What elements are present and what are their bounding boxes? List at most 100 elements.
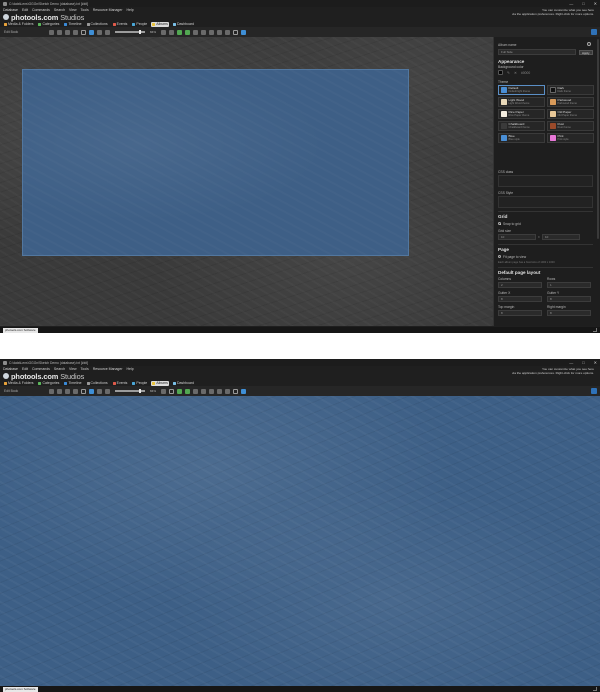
refresh-icon[interactable] xyxy=(65,388,70,394)
tab-albums[interactable]: Albums xyxy=(151,21,169,27)
redo-icon[interactable] xyxy=(57,29,62,35)
fit-page-radio[interactable] xyxy=(498,255,501,258)
maximize-button[interactable]: □ xyxy=(582,1,584,6)
menu-edit[interactable]: Edit xyxy=(22,367,28,371)
menu-search[interactable]: Search xyxy=(54,367,65,371)
tab-timeline[interactable]: Timeline xyxy=(63,22,82,27)
print-icon[interactable] xyxy=(241,388,247,394)
search-icon[interactable] xyxy=(209,29,215,35)
edit-mode-icon[interactable] xyxy=(89,29,94,35)
layout-icon[interactable] xyxy=(81,388,86,394)
tab-dashboard[interactable]: Dashboard xyxy=(172,22,195,27)
zoom-slider-handle[interactable] xyxy=(139,388,141,394)
gear-icon[interactable] xyxy=(587,42,591,46)
close-button[interactable]: ✕ xyxy=(594,360,597,365)
menu-view[interactable]: View xyxy=(69,367,77,371)
menu-help[interactable]: Help xyxy=(126,367,133,371)
theme-default[interactable]: Default Default light theme xyxy=(498,85,545,95)
album-page[interactable] xyxy=(22,69,409,256)
rotate-icon[interactable] xyxy=(201,388,207,394)
crop-icon[interactable] xyxy=(225,29,231,35)
theme-old-paper[interactable]: Old Paper Old Paper theme xyxy=(547,109,594,119)
panel-scrollbar[interactable] xyxy=(597,39,599,239)
css-class-input[interactable] xyxy=(498,175,593,187)
rows-input[interactable]: 1 xyxy=(547,282,591,288)
status-tab[interactable]: photools.com Software xyxy=(3,327,38,333)
settings-icon[interactable] xyxy=(73,29,78,35)
menu-search[interactable]: Search xyxy=(54,8,65,12)
grid-icon[interactable] xyxy=(97,29,102,35)
grid-width-input[interactable]: 10 xyxy=(498,234,536,240)
zoom-slider[interactable] xyxy=(115,388,145,394)
theme-rice-paper[interactable]: Rice Paper Rice Paper theme xyxy=(498,109,545,119)
undo-icon[interactable] xyxy=(49,388,54,394)
menu-tools[interactable]: Tools xyxy=(81,8,89,12)
theme-light-wood[interactable]: Light Wood Light Wood theme xyxy=(498,97,545,107)
theme-blue[interactable]: Blue Blue style xyxy=(498,133,545,143)
edit-mode-icon[interactable] xyxy=(89,388,94,394)
frame-icon[interactable] xyxy=(233,29,239,35)
add-image-icon[interactable] xyxy=(177,388,183,394)
zoom-out-icon[interactable] xyxy=(105,388,110,394)
theme-parkwood[interactable]: Parkwood Parkwood theme xyxy=(547,97,594,107)
resize-grip-icon[interactable] xyxy=(593,328,597,332)
tab-collections[interactable]: Collections xyxy=(86,381,109,386)
view-mode-icon[interactable] xyxy=(169,388,175,394)
zoom-out-icon[interactable] xyxy=(105,29,110,35)
tab-collections[interactable]: Collections xyxy=(86,22,109,27)
zoom-slider-handle[interactable] xyxy=(139,29,141,35)
add-text-icon[interactable] xyxy=(185,29,191,35)
tab-dashboard[interactable]: Dashboard xyxy=(172,381,195,386)
menu-help[interactable]: Help xyxy=(126,8,133,12)
layout-icon[interactable] xyxy=(81,29,86,35)
grid-height-input[interactable]: 10 xyxy=(542,234,580,240)
add-image-icon[interactable] xyxy=(177,29,183,35)
tab-events[interactable]: Events xyxy=(112,22,129,27)
zoom-slider[interactable] xyxy=(115,29,145,35)
clear-icon[interactable]: ✕ xyxy=(514,71,517,75)
crop-icon[interactable] xyxy=(225,388,231,394)
album-canvas[interactable] xyxy=(0,37,493,326)
theme-rust[interactable]: Rust Rust theme xyxy=(547,121,594,131)
album-name-input[interactable]: Full Side xyxy=(498,49,576,55)
print-icon[interactable] xyxy=(241,29,247,35)
search-icon[interactable] xyxy=(209,388,215,394)
menu-tools[interactable]: Tools xyxy=(81,367,89,371)
frame-icon[interactable] xyxy=(233,388,239,394)
resize-grip-icon[interactable] xyxy=(593,687,597,691)
minimize-button[interactable]: — xyxy=(569,360,573,365)
right-margin-input[interactable]: 8 xyxy=(547,310,591,316)
fit-icon[interactable] xyxy=(161,29,167,35)
fit-icon[interactable] xyxy=(161,388,167,394)
minimize-button[interactable]: — xyxy=(569,1,573,6)
menu-resource-manager[interactable]: Resource Manager xyxy=(93,8,123,12)
close-button[interactable]: ✕ xyxy=(594,1,597,6)
grid-icon[interactable] xyxy=(97,388,102,394)
arrange-icon[interactable] xyxy=(193,388,199,394)
refresh-icon[interactable] xyxy=(65,29,70,35)
add-text-icon[interactable] xyxy=(185,388,191,394)
brush-icon[interactable] xyxy=(217,388,223,394)
menu-resource-manager[interactable]: Resource Manager xyxy=(93,367,123,371)
undo-icon[interactable] xyxy=(49,29,54,35)
settings-icon[interactable] xyxy=(73,388,78,394)
css-style-input[interactable] xyxy=(498,196,593,208)
tab-media-folders[interactable]: Media & Folders xyxy=(3,381,34,386)
rotate-icon[interactable] xyxy=(201,29,207,35)
panel-toggle-icon[interactable] xyxy=(591,388,597,394)
album-canvas[interactable] xyxy=(0,396,600,686)
gutter-x-input[interactable]: 8 xyxy=(498,296,542,302)
tab-people[interactable]: People xyxy=(131,22,148,27)
menu-database[interactable]: Database xyxy=(3,367,18,371)
status-tab[interactable]: photools.com Software xyxy=(3,686,38,692)
redo-icon[interactable] xyxy=(57,388,62,394)
gutter-y-input[interactable]: 8 xyxy=(547,296,591,302)
tab-events[interactable]: Events xyxy=(112,381,129,386)
columns-input[interactable]: 2 xyxy=(498,282,542,288)
background-color-swatch[interactable] xyxy=(498,70,503,75)
menu-database[interactable]: Database xyxy=(3,8,18,12)
menu-commands[interactable]: Commands xyxy=(32,367,50,371)
snap-to-grid-radio[interactable] xyxy=(498,222,501,225)
apply-button[interactable]: Apply xyxy=(579,49,593,55)
tab-timeline[interactable]: Timeline xyxy=(63,381,82,386)
